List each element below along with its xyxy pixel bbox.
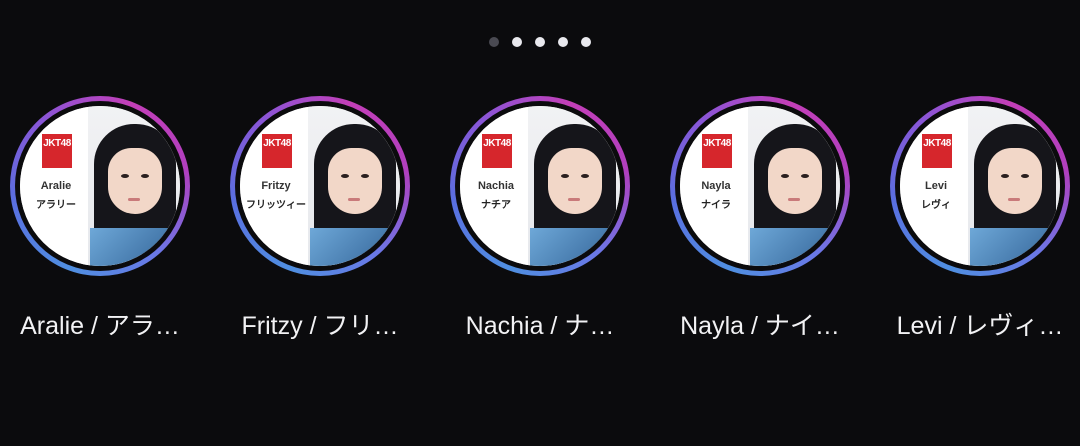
avatar-tag-en: Nayla [701,180,731,192]
story-item[interactable]: JKT48 Fritzy フリッツィー Fritzy / フリ… [220,96,420,340]
avatar-tag-jp: アラリー [36,200,76,211]
story-name: Nayla / ナイ… [680,312,840,340]
avatar-tag-en: Fritzy [261,180,291,192]
group-logo: JKT48 [42,134,72,168]
story-item[interactable]: JKT48 Aralie アラリー Aralie / アラ… [0,96,200,340]
story-item[interactable]: JKT48 Nachia ナチア Nachia / ナ… [440,96,640,340]
story-ring[interactable]: JKT48 Nayla ナイラ [670,96,850,276]
avatar-tag-jp: レヴィ [921,200,951,211]
avatar[interactable]: JKT48 Nayla ナイラ [680,106,840,266]
story-ring[interactable]: JKT48 Nachia ナチア [450,96,630,276]
story-name: Levi / レヴィ… [896,312,1064,340]
avatar-tag-jp: ナイラ [701,200,731,211]
story-name: Fritzy / フリ… [241,312,399,340]
group-logo: JKT48 [482,134,512,168]
page-dot[interactable] [581,37,591,47]
story-ring[interactable]: JKT48 Aralie アラリー [10,96,190,276]
page-dot[interactable] [558,37,568,47]
story-name: Nachia / ナ… [465,312,615,340]
group-logo: JKT48 [702,134,732,168]
story-ring[interactable]: JKT48 Levi レヴィ [890,96,1070,276]
avatar[interactable]: JKT48 Levi レヴィ [900,106,1060,266]
avatar-tag-jp: フリッツィー [246,200,306,211]
page-indicator [0,37,1080,47]
group-logo: JKT48 [262,134,292,168]
avatar[interactable]: JKT48 Fritzy フリッツィー [240,106,400,266]
avatar-tag-en: Aralie [40,180,72,192]
page-dot[interactable] [512,37,522,47]
story-name: Aralie / アラ… [20,312,180,340]
page-dot[interactable] [535,37,545,47]
story-row: JKT48 Aralie アラリー Aralie / アラ… JKT48 Fri… [0,96,1080,356]
group-logo: JKT48 [922,134,952,168]
avatar-tag-en: Nachia [477,180,515,192]
page-dot[interactable] [489,37,499,47]
story-ring[interactable]: JKT48 Fritzy フリッツィー [230,96,410,276]
story-item[interactable]: JKT48 Levi レヴィ Levi / レヴィ… [880,96,1080,340]
avatar-tag-en: Levi [924,180,947,192]
stories-carousel: JKT48 Aralie アラリー Aralie / アラ… JKT48 Fri… [0,0,1080,446]
story-item[interactable]: JKT48 Nayla ナイラ Nayla / ナイ… [660,96,860,340]
avatar[interactable]: JKT48 Nachia ナチア [460,106,620,266]
avatar[interactable]: JKT48 Aralie アラリー [20,106,180,266]
avatar-tag-jp: ナチア [481,200,511,211]
